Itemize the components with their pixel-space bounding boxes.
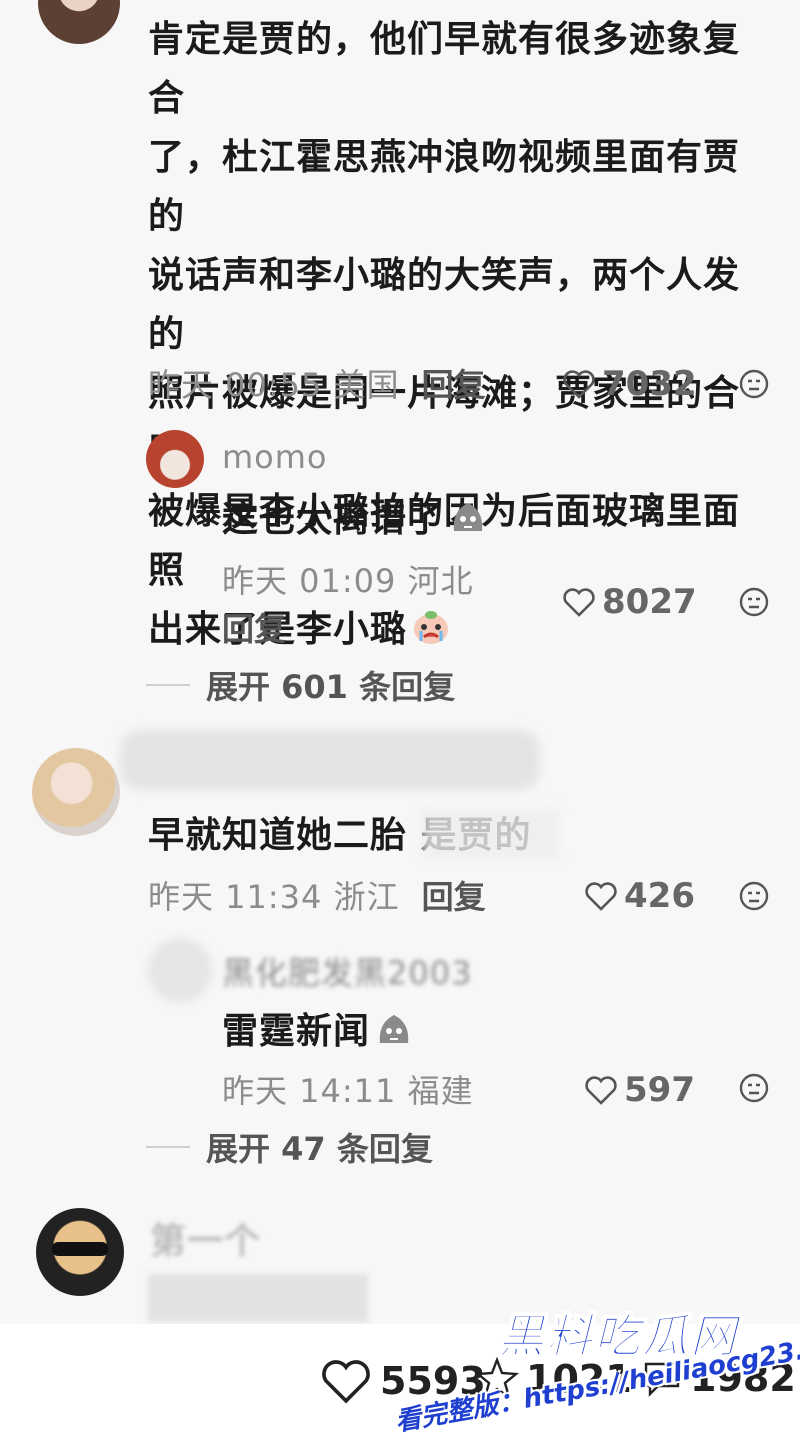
expand-replies-button[interactable]: 展开 47 条回复 — [146, 1124, 433, 1170]
commenter-avatar[interactable] — [38, 0, 120, 44]
crying-face-emoji — [414, 611, 449, 644]
like-count: 597 — [624, 1070, 695, 1110]
comment-line: 说话声和李小璐的大笑声，两个人发的 — [148, 255, 741, 355]
comment-text: 第一个 — [150, 1221, 262, 1262]
blob-face-emoji — [379, 1015, 409, 1043]
like-button[interactable]: 426 — [584, 876, 695, 916]
blurred-embedded-image — [148, 1274, 368, 1322]
sunglasses-icon — [52, 1242, 108, 1256]
comment-timestamp: 昨天 00:55 美国 — [148, 366, 400, 404]
like-count: 8027 — [602, 582, 697, 622]
heart-icon — [585, 1076, 617, 1105]
heart-icon — [563, 370, 595, 399]
comment-timestamp: 昨天 11:34 浙江 — [148, 878, 400, 916]
reply-timestamp: 昨天 14:11 福建 — [222, 1072, 474, 1110]
divider-line — [146, 1146, 190, 1148]
blurred-username — [120, 730, 540, 790]
heart-icon — [563, 588, 595, 617]
blob-face-emoji — [453, 503, 483, 531]
expand-replies-button[interactable]: 展开 601 条回复 — [146, 662, 455, 708]
reply-avatar[interactable] — [150, 940, 210, 1000]
commenter-avatar[interactable] — [36, 1208, 124, 1296]
reply-text-row: 这也太离谱了 — [222, 490, 488, 549]
reply-username[interactable]: 黑化肥发黑2003 — [222, 948, 472, 994]
like-button[interactable]: 597 — [584, 1070, 695, 1110]
heart-icon — [585, 882, 617, 911]
dislike-face-icon[interactable] — [738, 586, 770, 618]
reply-button[interactable]: 回复 — [422, 872, 486, 918]
comment-meta-row: 昨天 00:55 美国 回复 — [148, 360, 486, 406]
dislike-face-icon[interactable] — [738, 880, 770, 912]
expand-label: 展开 47 条回复 — [206, 1130, 433, 1168]
comment-meta-row: 昨天 11:34 浙江 回复 — [148, 872, 486, 918]
reply-button[interactable]: 回复 — [222, 604, 286, 650]
blurred-overlay — [420, 808, 560, 858]
dislike-face-icon[interactable] — [738, 1072, 770, 1104]
divider-line — [146, 684, 190, 686]
reply-text: 雷霆新闻 — [222, 1011, 371, 1052]
reply-text: 这也太离谱了 — [222, 499, 445, 540]
like-count: 7032 — [602, 364, 697, 404]
comment-line: 肯定是贾的，他们早就有很多迹象复合 — [148, 19, 741, 119]
commenter-avatar[interactable] — [32, 748, 120, 836]
reply-username[interactable]: momo — [222, 438, 328, 476]
like-count: 426 — [624, 876, 695, 916]
reply-text-row: 雷霆新闻 — [222, 1002, 414, 1061]
expand-label: 展开 601 条回复 — [206, 668, 456, 706]
like-button[interactable]: 8027 — [562, 582, 697, 622]
reply-timestamp: 昨天 01:09 河北 — [222, 562, 474, 600]
like-button[interactable]: 7032 — [562, 364, 697, 404]
comment-line: 了，杜江霍思燕冲浪吻视频里面有贾的 — [148, 137, 741, 237]
reply-button[interactable]: 回复 — [422, 360, 486, 406]
reply-avatar[interactable] — [146, 430, 204, 488]
heart-icon — [322, 1360, 370, 1404]
dislike-face-icon[interactable] — [738, 368, 770, 400]
